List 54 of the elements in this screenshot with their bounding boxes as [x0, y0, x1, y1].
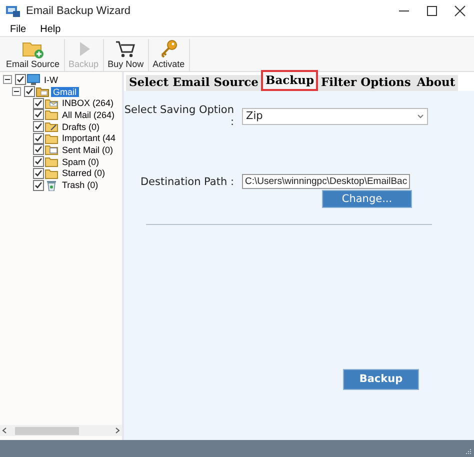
tab[interactable]: Backup — [261, 70, 318, 91]
field-label: Destination Path : — [139, 176, 235, 188]
inbox-folder-icon — [45, 98, 58, 109]
expander-icon[interactable] — [12, 87, 21, 96]
computer-icon — [27, 74, 40, 86]
checkbox[interactable] — [33, 121, 44, 132]
menu-item[interactable]: Help — [34, 24, 67, 34]
tree-item[interactable]: Gmail — [51, 86, 79, 97]
tree-item[interactable]: I-W — [42, 74, 60, 85]
folder-icon — [36, 86, 49, 98]
destination-path-field[interactable]: C:\Users\winningpc\Desktop\EmailBac — [242, 174, 410, 189]
toolbar-button[interactable]: Buy Now — [104, 39, 149, 71]
checkbox[interactable] — [33, 144, 44, 156]
folder-icon — [45, 168, 58, 179]
tree-item[interactable]: INBOX (264) — [60, 98, 116, 108]
drafts-folder-icon — [45, 121, 58, 132]
folder-icon — [45, 109, 58, 120]
trash-icon — [45, 180, 58, 191]
tree-item[interactable]: All Mail (264) — [60, 110, 117, 120]
checkbox[interactable] — [33, 168, 44, 179]
horizontal-scrollbar[interactable] — [0, 425, 122, 436]
tab[interactable]: Select Email Source — [126, 74, 262, 91]
tree-item[interactable]: Important (44 — [60, 133, 118, 144]
tab[interactable]: Filter Options — [318, 74, 414, 91]
app-icon — [6, 5, 20, 17]
checkbox[interactable] — [33, 98, 44, 109]
backup-button[interactable]: Backup — [343, 369, 419, 390]
tree-item[interactable]: Trash (0) — [60, 180, 100, 190]
field-label: Select Saving Option : — [124, 104, 235, 128]
cart-icon — [114, 39, 137, 59]
tree-item[interactable]: Sent Mail (0) — [60, 144, 116, 155]
change-button[interactable]: Change... — [322, 190, 412, 208]
scroll-right-icon[interactable] — [115, 427, 120, 434]
toolbar-button[interactable]: Email Source — [2, 39, 65, 71]
menu-item[interactable]: File — [4, 24, 32, 34]
sent-folder-icon — [45, 144, 58, 156]
checkbox[interactable] — [33, 109, 44, 120]
tab[interactable]: About — [414, 74, 458, 91]
scroll-left-icon[interactable] — [2, 427, 7, 434]
checkbox[interactable] — [15, 74, 26, 86]
saving-option-dropdown[interactable]: Zip — [242, 108, 428, 124]
toolbar-button[interactable]: Activate — [148, 39, 190, 71]
checkbox[interactable] — [33, 156, 44, 168]
expander-icon[interactable] — [3, 75, 12, 84]
folder-icon — [45, 132, 58, 144]
dropdown-caret-icon — [417, 114, 424, 118]
window-title: Email Backup Wizard — [26, 5, 132, 17]
folder-icon — [45, 156, 58, 168]
tree-item[interactable]: Drafts (0) — [60, 122, 102, 132]
checkbox[interactable] — [33, 132, 44, 144]
checkbox[interactable] — [33, 180, 44, 191]
tree-item[interactable]: Starred (0) — [60, 168, 108, 178]
checkbox[interactable] — [24, 86, 35, 98]
tree-item[interactable]: Spam (0) — [60, 156, 102, 167]
